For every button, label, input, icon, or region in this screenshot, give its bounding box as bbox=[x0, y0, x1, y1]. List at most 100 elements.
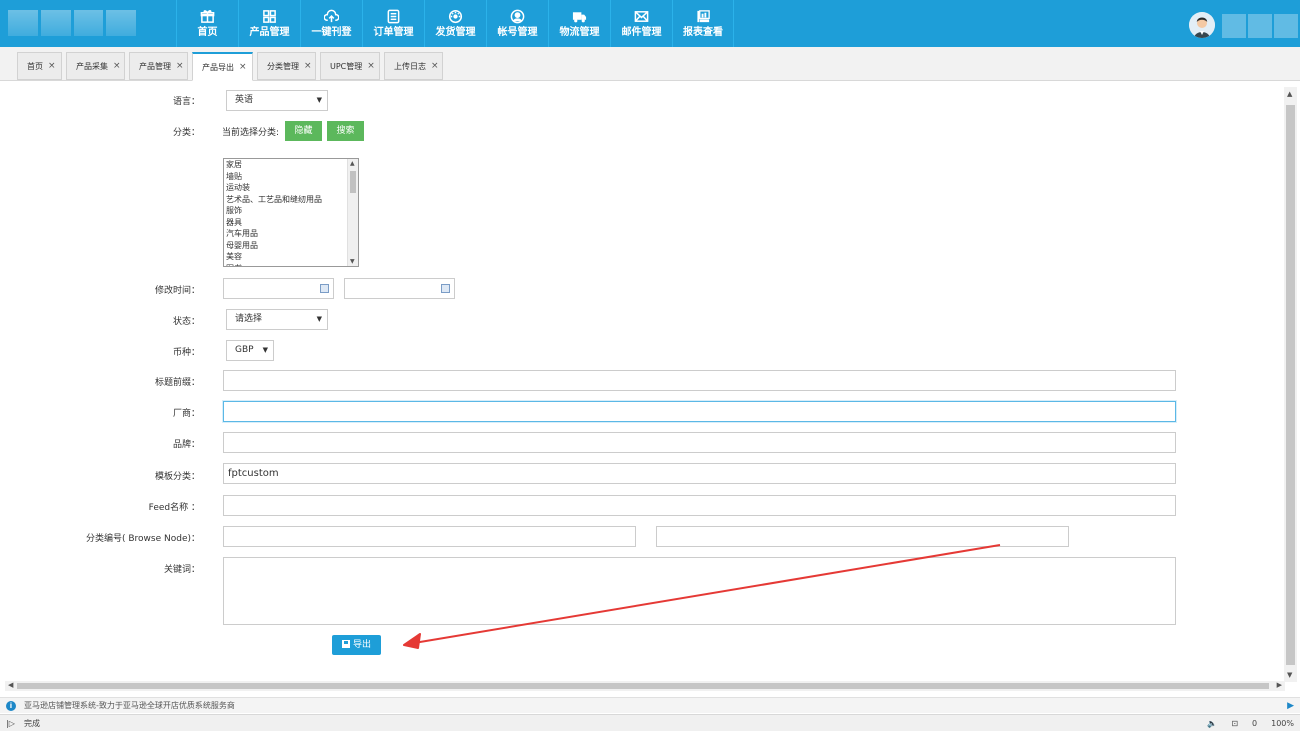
nav-products[interactable]: 产品管理 bbox=[238, 0, 300, 47]
brand-input[interactable] bbox=[223, 432, 1176, 453]
status-select-value: 请选择 bbox=[235, 314, 263, 324]
feed-name-input[interactable] bbox=[223, 495, 1176, 516]
page-vertical-scrollbar[interactable]: ▲ ▼ bbox=[1284, 87, 1297, 682]
language-select[interactable]: 英语 ▼ bbox=[226, 90, 328, 111]
template-category-label: 模板分类： bbox=[154, 472, 200, 482]
nav-shipping[interactable]: 发货管理 bbox=[424, 0, 486, 47]
keywords-textarea[interactable] bbox=[223, 557, 1176, 625]
modify-time-end-input[interactable] bbox=[344, 278, 455, 299]
nav-label: 发货管理 bbox=[435, 26, 476, 38]
report-icon bbox=[696, 9, 710, 22]
browse-node-input-1[interactable] bbox=[223, 526, 636, 547]
currency-select[interactable]: GBP ▼ bbox=[226, 340, 274, 361]
info-icon: i bbox=[6, 701, 16, 711]
list-item[interactable]: 图书 bbox=[224, 263, 358, 267]
list-item[interactable]: 汽车用品 bbox=[224, 228, 358, 240]
close-icon[interactable]: × bbox=[176, 61, 184, 71]
tab-bar: 首页 × 产品采集 × 产品管理 × 产品导出 × 分类管理 × UPC管理 × 上传日志 × bbox=[0, 47, 1300, 81]
info-bar: i 亚马逊店铺管理系统-致力于亚马逊全球开店优质系统服务商 ▶ bbox=[0, 697, 1300, 713]
category-label: 分类： bbox=[172, 128, 200, 138]
top-navbar: 首页 产品管理 一键刊登 订单管理 发货管理 帐号管理 物流管理 邮件管理 报表… bbox=[0, 0, 1300, 47]
title-prefix-input[interactable] bbox=[223, 370, 1176, 391]
close-icon[interactable]: × bbox=[431, 61, 439, 71]
list-item[interactable]: 运动装 bbox=[224, 182, 358, 194]
tab-label: 产品采集 bbox=[76, 61, 108, 71]
close-icon[interactable]: × bbox=[48, 61, 56, 71]
gift-icon bbox=[200, 9, 215, 23]
list-item[interactable]: 母婴用品 bbox=[224, 240, 358, 252]
modify-time-start-input[interactable] bbox=[223, 278, 334, 299]
close-icon[interactable]: × bbox=[113, 61, 121, 71]
list-item[interactable]: 器具 bbox=[224, 217, 358, 229]
lock-icon[interactable]: ⊡ bbox=[1231, 715, 1238, 732]
tab-upload-log[interactable]: 上传日志 × bbox=[384, 52, 443, 80]
tab-category-manage[interactable]: 分类管理 × bbox=[257, 52, 316, 80]
search-button[interactable]: 搜索 bbox=[327, 121, 364, 141]
hide-button[interactable]: 隐藏 bbox=[285, 121, 322, 141]
scroll-down-icon[interactable]: ▼ bbox=[350, 258, 355, 265]
grid-icon bbox=[263, 9, 276, 23]
list-item[interactable]: 墙贴 bbox=[224, 171, 358, 183]
username-redacted bbox=[1222, 14, 1298, 38]
truck-icon bbox=[572, 11, 587, 22]
list-item[interactable]: 家居 bbox=[224, 159, 358, 171]
calendar-icon[interactable] bbox=[320, 284, 329, 293]
tab-product-collect[interactable]: 产品采集 × bbox=[66, 52, 125, 80]
scroll-right-icon[interactable]: ▶ bbox=[1277, 681, 1282, 689]
speaker-icon[interactable]: 🔈 bbox=[1207, 715, 1217, 732]
caret-down-icon: ▼ bbox=[316, 96, 322, 104]
status-select[interactable]: 请选择 ▼ bbox=[226, 309, 328, 330]
status-label: 状态： bbox=[172, 317, 200, 327]
tab-label: 分类管理 bbox=[267, 61, 299, 71]
export-button-label: 导出 bbox=[352, 640, 371, 650]
list-item[interactable]: 服饰 bbox=[224, 205, 358, 217]
language-label: 语言： bbox=[172, 97, 200, 107]
shield-count[interactable]: 0 bbox=[1252, 715, 1257, 732]
user-avatar[interactable] bbox=[1189, 12, 1215, 38]
browse-node-label: 分类编号( Browse Node)： bbox=[85, 534, 200, 544]
close-icon[interactable]: × bbox=[367, 61, 375, 71]
scroll-down-icon[interactable]: ▼ bbox=[1287, 671, 1292, 679]
currency-label: 币种： bbox=[172, 348, 200, 358]
scrollbar-thumb[interactable] bbox=[350, 171, 356, 193]
nav-reports[interactable]: 报表查看 bbox=[672, 0, 734, 47]
modify-time-label: 修改时间： bbox=[154, 286, 200, 296]
play-icon[interactable]: ▶ bbox=[1287, 698, 1294, 714]
nav-accounts[interactable]: 帐号管理 bbox=[486, 0, 548, 47]
close-icon[interactable]: × bbox=[239, 62, 247, 72]
nav-logistics[interactable]: 物流管理 bbox=[548, 0, 610, 47]
browse-node-input-2[interactable] bbox=[656, 526, 1069, 547]
user-icon bbox=[510, 9, 525, 23]
zoom-level[interactable]: 100% bbox=[1271, 715, 1294, 732]
nav-home[interactable]: 首页 bbox=[176, 0, 238, 47]
tab-home[interactable]: 首页 × bbox=[17, 52, 62, 80]
nav-orders[interactable]: 订单管理 bbox=[362, 0, 424, 47]
tab-product-manage[interactable]: 产品管理 × bbox=[129, 52, 188, 80]
category-listbox[interactable]: 家居 墙贴 运动装 艺术品、工艺品和缝纫用品 服饰 器具 汽车用品 母婴用品 美… bbox=[223, 158, 359, 267]
scrollbar-thumb[interactable] bbox=[1286, 105, 1295, 665]
nav-label: 邮件管理 bbox=[621, 26, 662, 38]
scrollbar-thumb[interactable] bbox=[17, 683, 1269, 689]
mail-icon bbox=[634, 10, 649, 22]
tab-label: 首页 bbox=[27, 61, 43, 71]
template-category-input[interactable]: fptcustom bbox=[223, 463, 1176, 484]
nav-mail[interactable]: 邮件管理 bbox=[610, 0, 672, 47]
nav-publish[interactable]: 一键刊登 bbox=[300, 0, 362, 47]
list-item[interactable]: 美容 bbox=[224, 251, 358, 263]
manufacturer-input[interactable] bbox=[223, 401, 1176, 422]
status-toggle-icon[interactable]: |▷ bbox=[6, 715, 15, 732]
scroll-up-icon[interactable]: ▲ bbox=[1287, 90, 1292, 98]
cloud-upload-icon bbox=[324, 9, 339, 22]
currency-select-value: GBP bbox=[235, 345, 254, 355]
scroll-up-icon[interactable]: ▲ bbox=[350, 160, 355, 167]
calendar-icon[interactable] bbox=[441, 284, 450, 293]
export-button[interactable]: 导出 bbox=[332, 635, 381, 655]
tab-upc-manage[interactable]: UPC管理 × bbox=[320, 52, 380, 80]
caret-down-icon: ▼ bbox=[316, 315, 322, 323]
scroll-left-icon[interactable]: ◀ bbox=[8, 681, 13, 689]
listbox-scrollbar[interactable]: ▲ ▼ bbox=[347, 159, 358, 266]
close-icon[interactable]: × bbox=[304, 61, 312, 71]
page-horizontal-scrollbar[interactable]: ◀ ▶ bbox=[5, 681, 1285, 691]
list-item[interactable]: 艺术品、工艺品和缝纫用品 bbox=[224, 194, 358, 206]
tab-product-export[interactable]: 产品导出 × bbox=[192, 52, 253, 81]
